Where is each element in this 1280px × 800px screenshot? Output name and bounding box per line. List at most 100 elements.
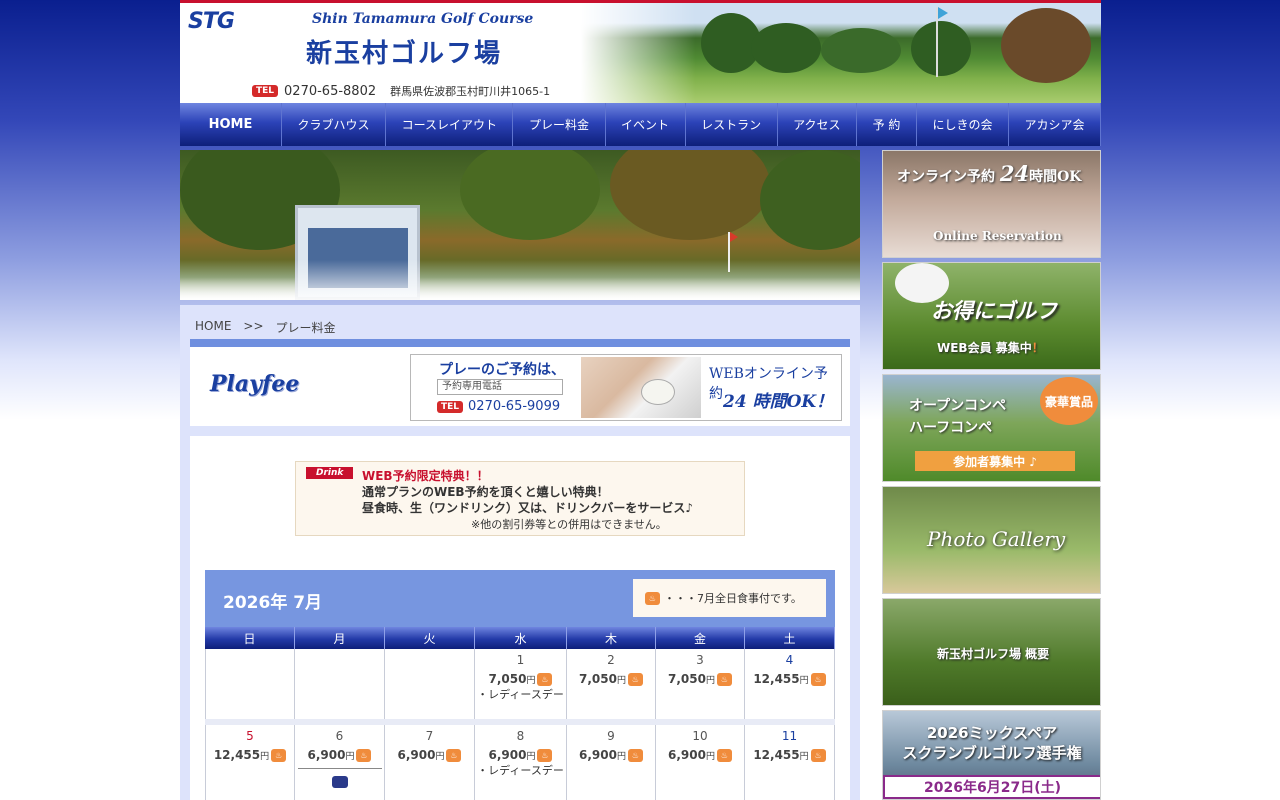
- overview-banner[interactable]: 新玉村ゴルフ場 概要: [882, 598, 1101, 706]
- day-price: 7,050円 ♨: [475, 672, 566, 686]
- day-number: 4: [785, 653, 794, 667]
- yen-unit: 円: [616, 676, 626, 686]
- meal-icon: ♨: [537, 749, 553, 762]
- compe-title: オープンコンペ ハーフコンペ: [909, 398, 1007, 436]
- photo-gallery-title: Photo Gallery: [927, 527, 1066, 551]
- meal-icon: ♨: [716, 673, 732, 686]
- meal-icon: ♨: [627, 673, 643, 686]
- nav-reservation[interactable]: 予 約: [857, 103, 917, 146]
- calendar-day-cell[interactable]: 1 7,050円 ♨ ・レディースデー: [475, 649, 567, 719]
- tel-badge: TEL: [437, 400, 464, 413]
- web-member-banner[interactable]: お得にゴルフ WEB会員 募集中！: [882, 262, 1101, 370]
- calendar-day-cell[interactable]: 10 6,900円 ♨: [656, 725, 745, 800]
- pin-flag-icon: [730, 232, 738, 242]
- nav-play-fee[interactable]: プレー料金: [513, 103, 606, 146]
- yen-unit: 円: [435, 752, 445, 762]
- reservation-tel: 0270-65-9099: [468, 399, 561, 414]
- online-reservation-title: オンライン予約 24時間OK: [897, 161, 1082, 186]
- calendar-day-cell[interactable]: 9 6,900円 ♨: [567, 725, 656, 800]
- web-member-sub: WEB会員 募集中！: [937, 341, 1044, 355]
- promo-note: ※他の割引券等との併用はできません。: [471, 518, 667, 531]
- weekday-header: 月: [295, 627, 385, 649]
- nav-acacia-club[interactable]: アカシア会: [1009, 103, 1102, 146]
- meal-note-text: ・・・7月全日食事付です。: [664, 592, 802, 605]
- nav-event[interactable]: イベント: [606, 103, 686, 146]
- weekday-header: 火: [385, 627, 475, 649]
- day-price: 12,455円 ♨: [206, 748, 294, 762]
- event-title: 2026ミックスペア スクランブルゴルフ選手権: [902, 724, 1082, 762]
- yen-unit: 円: [616, 752, 626, 762]
- day-number: 1: [516, 653, 525, 667]
- fee-calendar: 2026年 7月 ♨ ・・・7月全日食事付です。 日月火水木金土 1 7,050円…: [205, 570, 835, 800]
- calendar-day-cell[interactable]: 6 6,900円 ♨: [295, 725, 385, 800]
- content-panel: HOME >> プレー料金 Playfee プレーのご予約は、 予約専用電話 T…: [180, 305, 860, 800]
- nav-access[interactable]: アクセス: [778, 103, 858, 146]
- meal-icon: ♨: [810, 749, 826, 762]
- meal-icon: ♨: [645, 591, 660, 605]
- meal-icon: ♨: [537, 673, 553, 686]
- weekday-header: 水: [475, 627, 567, 649]
- day-number: 3: [696, 653, 704, 667]
- open-compe-banner[interactable]: オープンコンペ ハーフコンペ 豪華賞品 参加者募集中 ♪: [882, 374, 1101, 482]
- ladies-day-note: ・レディースデー: [477, 688, 564, 701]
- calendar-grid: 1 7,050円 ♨ ・レディースデー 2 7,050円 ♨ 3 7,050円 ♨ 4 12,455円…: [205, 649, 835, 800]
- calendar-day-cell[interactable]: 4 12,455円 ♨: [745, 649, 835, 719]
- calendar-weekday-row: 日月火水木金土: [205, 627, 835, 649]
- price-value: 6,900: [307, 748, 346, 762]
- nav-course-layout[interactable]: コースレイアウト: [386, 103, 514, 146]
- breadcrumb-home[interactable]: HOME: [195, 319, 231, 336]
- yen-unit: 円: [705, 676, 715, 686]
- ladies-day-note: ・レディースデー: [477, 764, 564, 777]
- nav-nishiki-club[interactable]: にしきの会: [917, 103, 1009, 146]
- meal-icon: ♨: [446, 749, 462, 762]
- calendar-day-cell[interactable]: 3 7,050円 ♨: [656, 649, 745, 719]
- day-price: 12,455円 ♨: [745, 672, 834, 686]
- weekday-header: 金: [656, 627, 745, 649]
- compe-recruiting: 参加者募集中 ♪: [915, 451, 1075, 471]
- day-number: 8: [516, 729, 525, 743]
- calendar-day-cell[interactable]: 2 7,050円 ♨: [567, 649, 656, 719]
- day-price: 6,900円 ♨: [385, 748, 474, 762]
- calendar-day-cell[interactable]: 5 12,455円 ♨: [205, 725, 295, 800]
- meal-icon: ♨: [627, 749, 643, 762]
- nav-restaurant[interactable]: レストラン: [686, 103, 778, 146]
- mouse-hand-photo: [581, 357, 701, 418]
- web-promo-box: Drink WEB予約限定特典！！ 通常プランのWEB予約を頂くと嬉しい特典！ …: [295, 461, 745, 536]
- page-title-box: Playfee プレーのご予約は、 予約専用電話 TEL 0270-65-909…: [190, 339, 850, 426]
- nav-home[interactable]: HOME: [180, 103, 282, 146]
- calendar-day-cell[interactable]: 8 6,900円 ♨ ・レディースデー: [475, 725, 567, 800]
- day-price: 7,050円 ♨: [567, 672, 655, 686]
- promo-line-2: 昼食時、生（ワンドリンク）又は、ドリンクバーをサービス♪: [362, 501, 694, 515]
- page-wrapper: STG Shin Tamamura Golf Course 新玉村ゴルフ場 TE…: [180, 0, 1102, 800]
- weekday-header: 木: [567, 627, 656, 649]
- meal-icon: ♨: [356, 749, 372, 762]
- logo-japanese[interactable]: 新玉村ゴルフ場: [306, 33, 502, 70]
- meal-note: ♨ ・・・7月全日食事付です。: [633, 579, 826, 617]
- online-reservation-banner[interactable]: オンライン予約 24時間OK Online Reservation: [882, 150, 1101, 258]
- day-number: 2: [607, 653, 615, 667]
- overview-title: 新玉村ゴルフ場 概要: [937, 647, 1050, 661]
- calendar-day-cell: [205, 649, 295, 719]
- nav-clubhouse[interactable]: クラブハウス: [282, 103, 387, 146]
- calendar-day-cell[interactable]: 11 12,455円 ♨: [745, 725, 835, 800]
- reservation-banner[interactable]: プレーのご予約は、 予約専用電話 TEL 0270-65-9099 WEBオンラ…: [410, 354, 842, 421]
- day-number: 5: [246, 729, 254, 743]
- calendar-day-cell[interactable]: 7 6,900円 ♨: [385, 725, 475, 800]
- reservation-lead: プレーのご予約は、: [439, 362, 565, 378]
- meal-icon: ♨: [716, 749, 732, 762]
- calendar-day-cell: [295, 649, 385, 719]
- header-course-photo: [581, 3, 1101, 103]
- mixed-pair-event-banner[interactable]: 2026ミックスペア スクランブルゴルフ選手権 2026年6月27日(土): [882, 710, 1101, 800]
- photo-gallery-banner[interactable]: Photo Gallery: [882, 486, 1101, 594]
- price-value: 6,900: [488, 748, 527, 762]
- promo-title: WEB予約限定特典！！: [362, 469, 489, 483]
- day-number: 7: [425, 729, 434, 743]
- calendar-header: 2026年 7月 ♨ ・・・7月全日食事付です。: [205, 570, 835, 627]
- yen-unit: 円: [799, 752, 809, 762]
- yen-unit: 円: [705, 752, 715, 762]
- sidebar: オンライン予約 24時間OK Online Reservation お得にゴルフ…: [882, 150, 1101, 800]
- meal-icon: ♨: [810, 673, 826, 686]
- meal-icon: ♨: [271, 749, 287, 762]
- stg-logo[interactable]: STG: [188, 9, 235, 34]
- yen-unit: 円: [526, 752, 536, 762]
